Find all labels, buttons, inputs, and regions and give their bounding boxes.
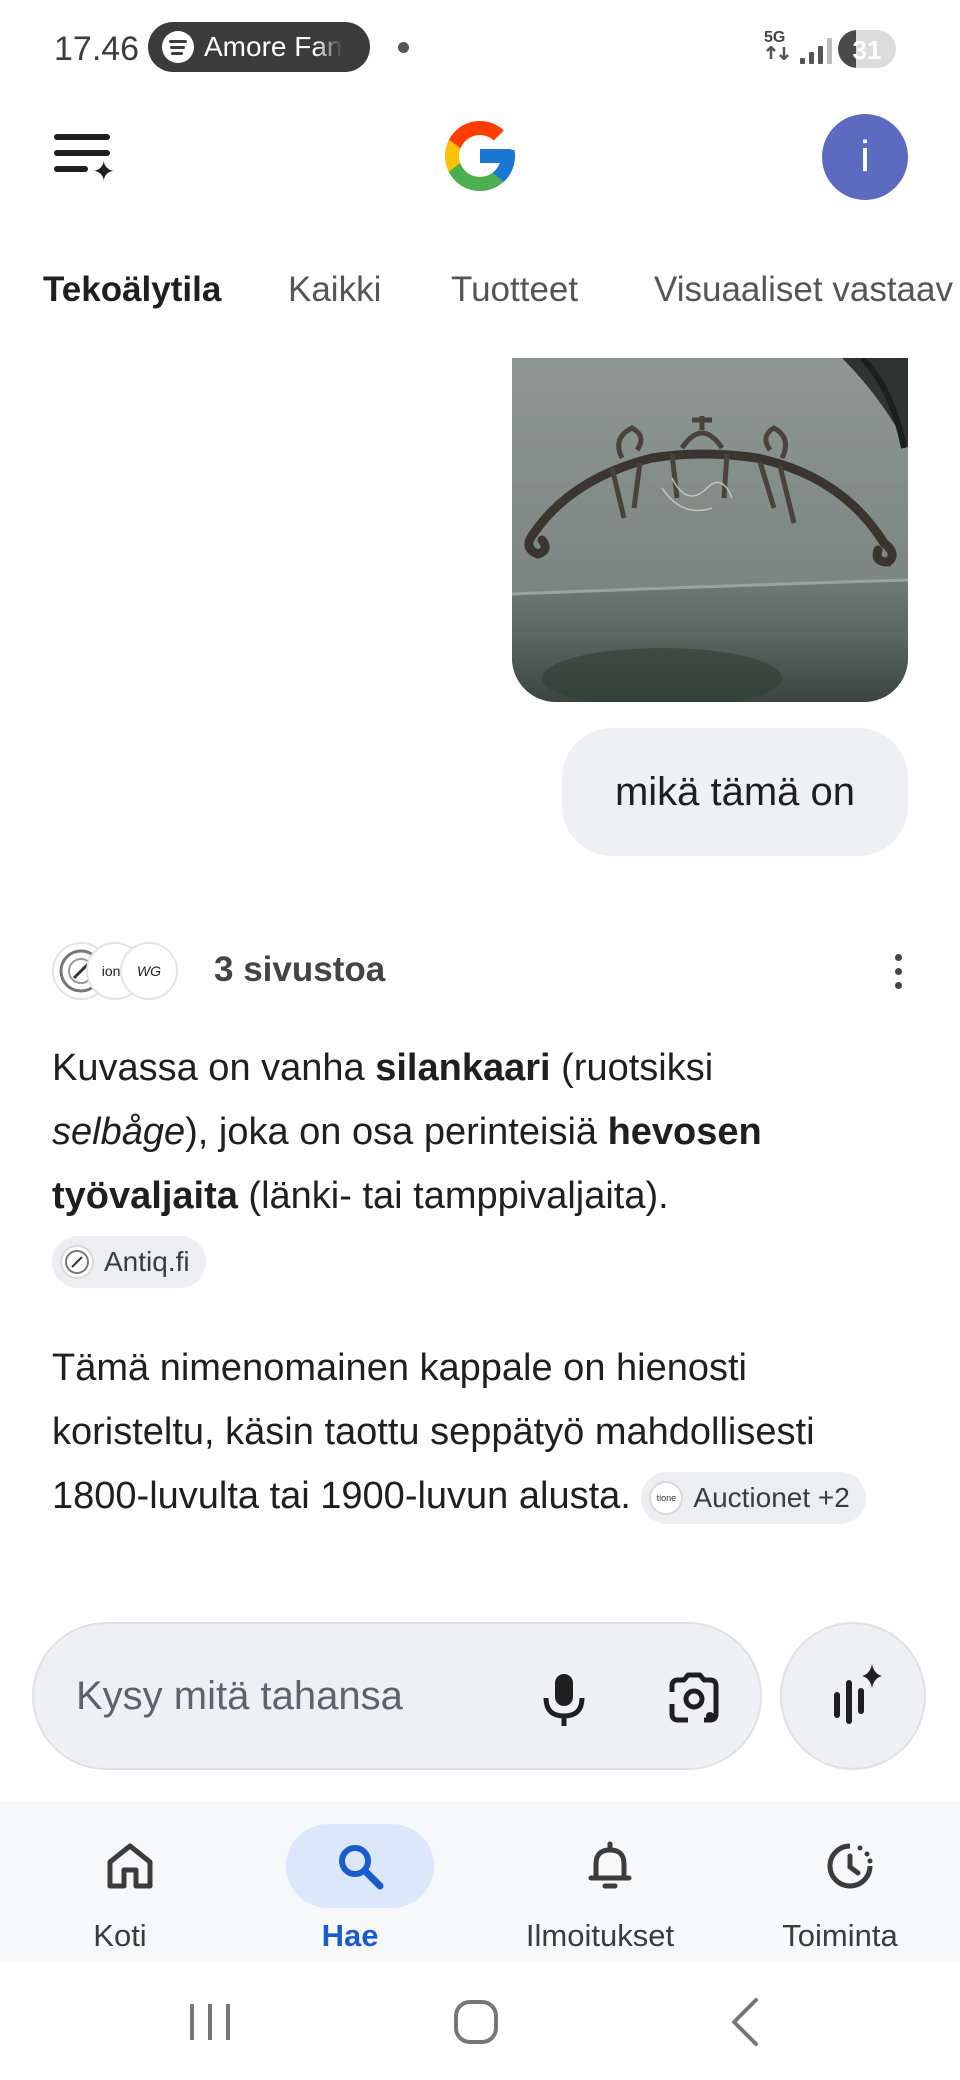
notification-dot-icon (398, 42, 409, 53)
source-chip-antiq[interactable]: Antiq.fi (52, 1235, 206, 1288)
nav-activity[interactable]: Toiminta (750, 1812, 930, 1953)
answer-paragraph-2: Tämä nimenomainen kappale on hienosti ko… (52, 1336, 872, 1528)
uploaded-photo[interactable] (512, 358, 908, 702)
home-button-icon[interactable] (446, 1992, 506, 2052)
home-icon (107, 1843, 153, 1889)
tab-ai-mode[interactable]: Tekoälytila (43, 270, 221, 310)
source-chip-auctionet[interactable]: tione Auctionet +2 (641, 1471, 866, 1524)
auctionet-favicon: tione (649, 1480, 684, 1515)
media-title: Amore Fan (204, 31, 343, 62)
content-fade (0, 1560, 960, 1600)
status-time: 17.46 (54, 30, 140, 68)
google-logo-icon[interactable] (438, 114, 522, 198)
recent-apps-icon[interactable] (180, 1992, 240, 2052)
nav-notifications[interactable]: Ilmoitukset (510, 1812, 690, 1953)
search-tabs: Tekoälytila Kaikki Tuotteet Visuaaliset … (0, 270, 960, 320)
bottom-navigation: Koti Hae Ilmoitukset Toiminta (0, 1802, 960, 1962)
ask-input[interactable] (76, 1668, 496, 1724)
system-navigation-bar (0, 1962, 960, 2080)
tab-products[interactable]: Tuotteet (451, 270, 578, 310)
network-5g-icon: 5G (764, 30, 796, 66)
nav-search[interactable]: Hae (260, 1812, 440, 1953)
media-playing-pill[interactable]: Amore Fan (148, 22, 370, 72)
ai-voice-sparkle-icon (834, 1664, 882, 1724)
activity-icon (827, 1843, 873, 1889)
nav-home[interactable]: Koti (30, 1812, 210, 1953)
sources-row[interactable]: ione WG 3 sivustoa (52, 940, 912, 1000)
antiq-favicon (60, 1244, 94, 1279)
more-options-icon[interactable] (892, 954, 904, 990)
microphone-icon[interactable] (534, 1668, 594, 1732)
signal-strength-icon (800, 34, 836, 64)
battery-level: 31 (852, 35, 882, 65)
user-query-bubble: mikä tämä on (562, 728, 908, 856)
ai-mode-voice-button[interactable] (780, 1622, 926, 1770)
tab-all[interactable]: Kaikki (288, 270, 381, 310)
tab-visual-matches[interactable]: Visuaaliset vastaav (654, 270, 953, 310)
google-lens-icon[interactable] (664, 1670, 724, 1730)
answer-paragraph-1: Kuvassa on vanha silankaari (ruotsiksi s… (52, 1036, 872, 1292)
sources-count[interactable]: 3 sivustoa (214, 950, 385, 990)
battery-indicator: 31 (838, 30, 896, 68)
search-icon (339, 1845, 384, 1890)
monogram-favicon: WG (120, 942, 178, 1000)
back-icon[interactable] (716, 1992, 776, 2052)
status-bar: 17.46 Amore Fan 5G 31 (0, 0, 960, 100)
ask-bar (32, 1622, 762, 1770)
spotify-icon (162, 31, 194, 63)
horse-harness-photo (512, 358, 908, 702)
menu-sparkle-icon[interactable]: ✦ (52, 130, 116, 186)
account-avatar[interactable]: i (822, 114, 908, 200)
bell-icon (588, 1841, 632, 1889)
